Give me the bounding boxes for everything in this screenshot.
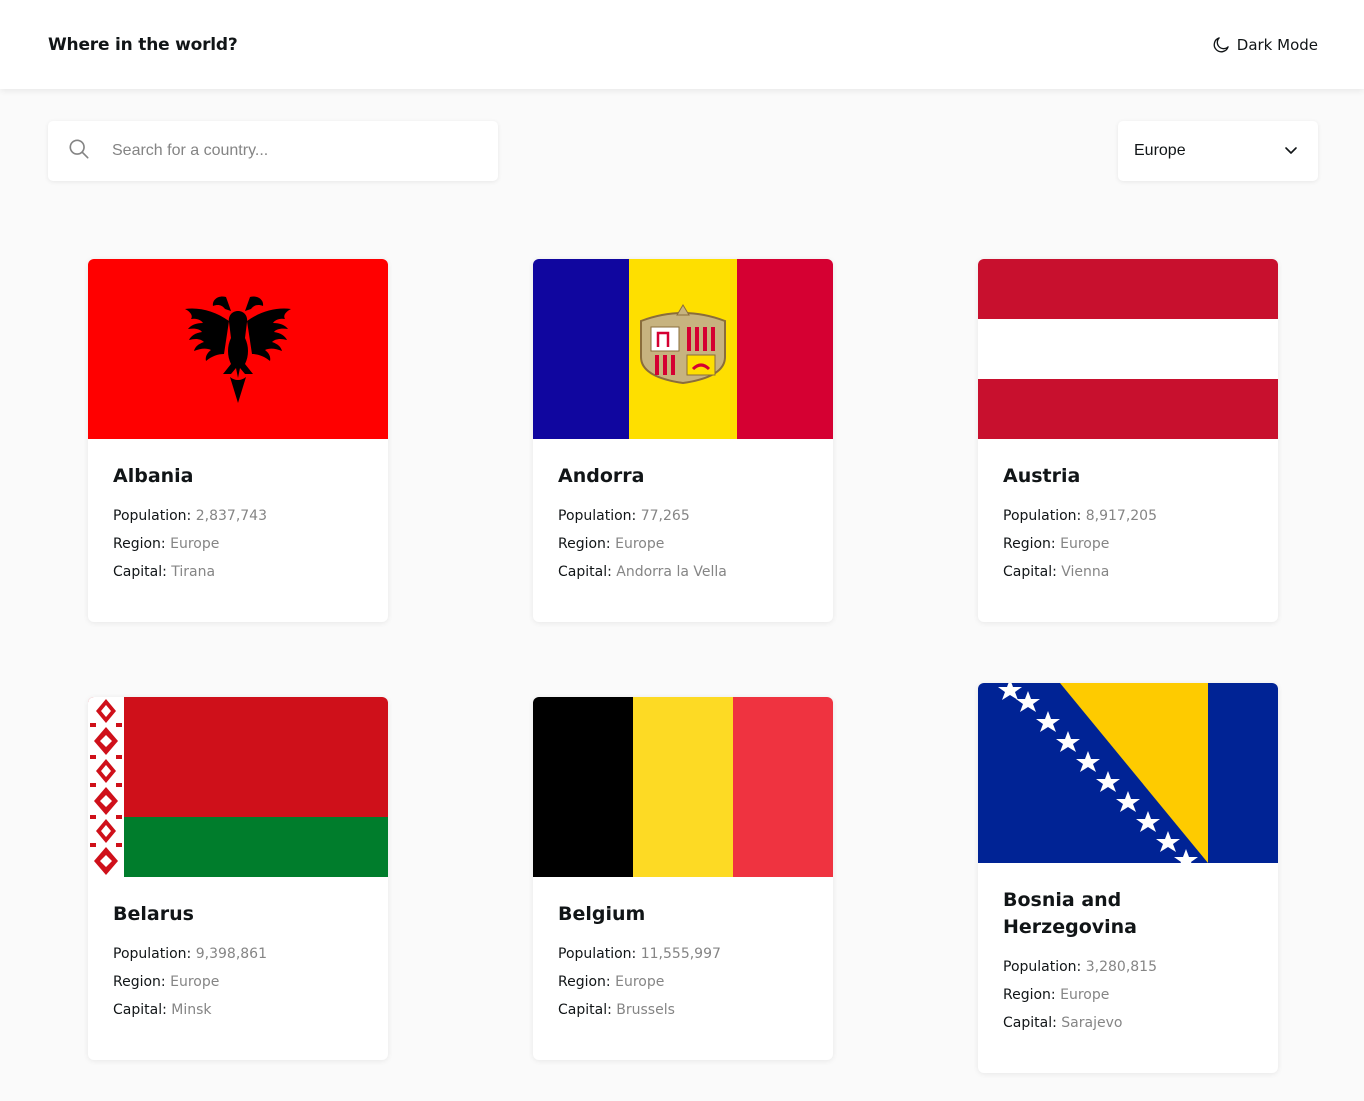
austria-flag	[978, 259, 1278, 439]
region-label: Region:	[558, 974, 611, 990]
population-value: 9,398,861	[195, 946, 267, 962]
capital-label: Capital:	[558, 564, 612, 580]
population-label: Population:	[558, 508, 637, 524]
population-label: Population:	[113, 508, 192, 524]
country-card-austria[interactable]: Austria Population: 8,917,205 Region: Eu…	[978, 259, 1278, 622]
region-value: Europe	[170, 536, 220, 552]
region-value: Europe	[170, 974, 220, 990]
search-input[interactable]	[112, 142, 472, 160]
population-row: Population: 77,265	[558, 502, 808, 530]
region-filter-value: Europe	[1134, 142, 1186, 159]
capital-row: Capital: Tirana	[113, 558, 363, 586]
country-card-albania[interactable]: Albania Population: 2,837,743 Region: Eu…	[88, 259, 388, 622]
capital-row: Capital: Andorra la Vella	[558, 558, 808, 586]
country-name: Albania	[113, 465, 194, 487]
capital-label: Capital:	[558, 1002, 612, 1018]
belarus-flag	[88, 697, 388, 877]
country-card-andorra[interactable]: Andorra Population: 77,265 Region: Europ…	[533, 259, 833, 622]
population-row: Population: 3,280,815	[1003, 953, 1253, 981]
population-label: Population:	[558, 946, 637, 962]
capital-label: Capital:	[113, 1002, 167, 1018]
country-card-bosnia-and-herzegovina[interactable]: Bosnia and Herzegovina Population: 3,280…	[978, 683, 1278, 1073]
region-value: Europe	[1060, 536, 1110, 552]
country-name: Austria	[1003, 465, 1081, 487]
country-name: Belgium	[558, 903, 646, 925]
region-row: Region: Europe	[1003, 981, 1253, 1009]
andorra-coat-of-arms-icon	[640, 304, 726, 385]
capital-row: Capital: Brussels	[558, 996, 808, 1024]
capital-value: Sarajevo	[1061, 1015, 1123, 1031]
region-row: Region: Europe	[558, 530, 808, 558]
country-name: Andorra	[558, 465, 645, 487]
capital-value: Tirana	[171, 564, 216, 580]
region-row: Region: Europe	[113, 530, 363, 558]
capital-value: Vienna	[1061, 564, 1110, 580]
population-value: 2,837,743	[195, 508, 267, 524]
moon-icon	[1211, 35, 1231, 55]
population-row: Population: 9,398,861	[113, 940, 363, 968]
population-label: Population:	[113, 946, 192, 962]
region-value: Europe	[615, 536, 665, 552]
region-label: Region:	[1003, 536, 1056, 552]
capital-value: Minsk	[171, 1002, 212, 1018]
country-card-belgium[interactable]: Belgium Population: 11,555,997 Region: E…	[533, 697, 833, 1060]
population-value: 11,555,997	[640, 946, 721, 962]
bosnia-flag	[978, 683, 1278, 863]
dark-mode-label: Dark Mode	[1236, 35, 1318, 54]
app-title: Where in the world?	[48, 34, 238, 55]
population-value: 77,265	[640, 508, 690, 524]
population-row: Population: 11,555,997	[558, 940, 808, 968]
capital-row: Capital: Vienna	[1003, 558, 1253, 586]
population-label: Population:	[1003, 508, 1082, 524]
region-label: Region:	[113, 974, 166, 990]
capital-row: Capital: Sarajevo	[1003, 1009, 1253, 1037]
region-label: Region:	[113, 536, 166, 552]
population-label: Population:	[1003, 959, 1082, 975]
albania-flag	[88, 259, 388, 439]
andorra-flag	[533, 259, 833, 439]
country-name: Belarus	[113, 903, 194, 925]
region-row: Region: Europe	[113, 968, 363, 996]
region-value: Europe	[615, 974, 665, 990]
search-box	[48, 121, 498, 181]
capital-label: Capital:	[113, 564, 167, 580]
region-row: Region: Europe	[1003, 530, 1253, 558]
region-label: Region:	[1003, 987, 1056, 1003]
app-header: Where in the world? Dark Mode	[0, 0, 1364, 89]
population-value: 8,917,205	[1085, 508, 1157, 524]
country-name: Bosnia and Herzegovina	[1003, 889, 1138, 938]
capital-value: Brussels	[616, 1002, 675, 1018]
population-row: Population: 8,917,205	[1003, 502, 1253, 530]
region-label: Region:	[558, 536, 611, 552]
capital-label: Capital:	[1003, 1015, 1057, 1031]
population-row: Population: 2,837,743	[113, 502, 363, 530]
region-row: Region: Europe	[558, 968, 808, 996]
capital-value: Andorra la Vella	[616, 564, 727, 580]
dark-mode-toggle[interactable]: Dark Mode	[1211, 35, 1318, 55]
country-card-belarus[interactable]: Belarus Population: 9,398,861 Region: Eu…	[88, 697, 388, 1060]
region-filter-select[interactable]: Europe	[1118, 121, 1318, 181]
capital-label: Capital:	[1003, 564, 1057, 580]
search-icon	[68, 138, 90, 164]
capital-row: Capital: Minsk	[113, 996, 363, 1024]
chevron-down-icon	[1284, 142, 1298, 161]
belgium-flag	[533, 697, 833, 877]
region-value: Europe	[1060, 987, 1110, 1003]
population-value: 3,280,815	[1085, 959, 1157, 975]
